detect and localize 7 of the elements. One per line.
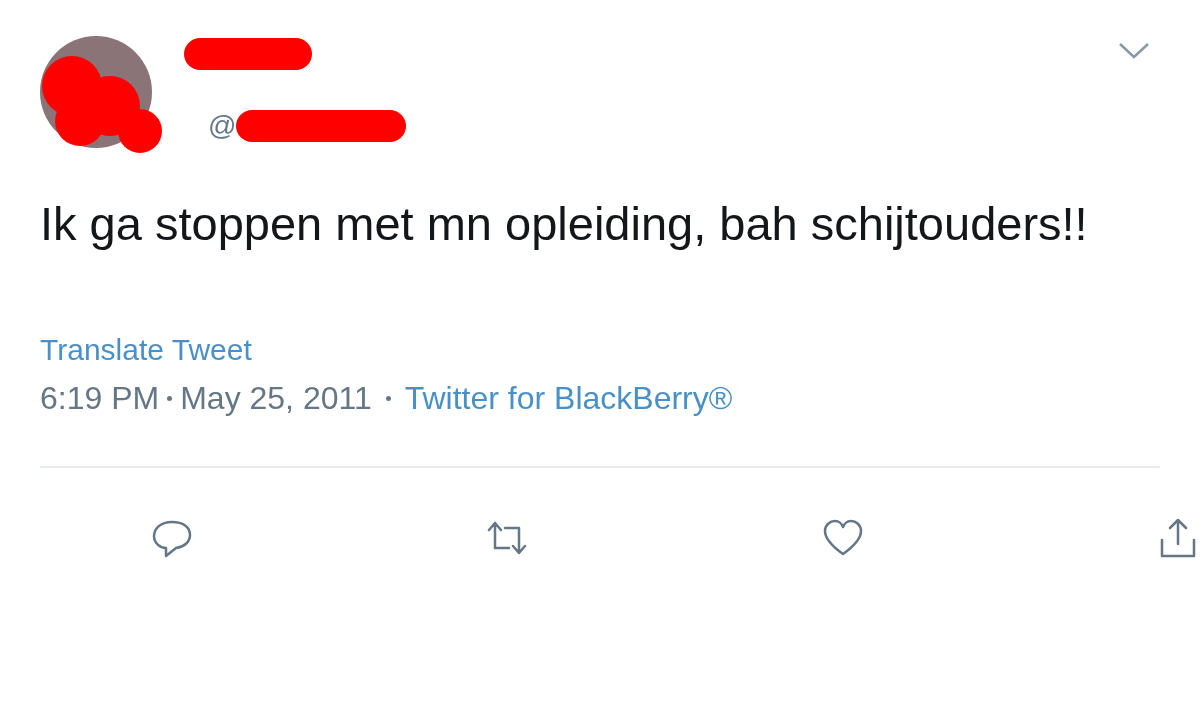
source-link[interactable]: Twitter for BlackBerry® — [404, 376, 733, 420]
tweet-time: 6:19 PM — [40, 379, 160, 418]
tweet-text: Ik ga stoppen met mn opleiding, bah schijtouders!! — [40, 196, 1089, 252]
tweet-date: May 25, 2011 — [180, 379, 372, 418]
chevron-down-icon[interactable] — [1118, 42, 1150, 60]
user-handle: @ — [208, 112, 237, 140]
translate-link[interactable]: Translate Tweet — [40, 333, 252, 366]
